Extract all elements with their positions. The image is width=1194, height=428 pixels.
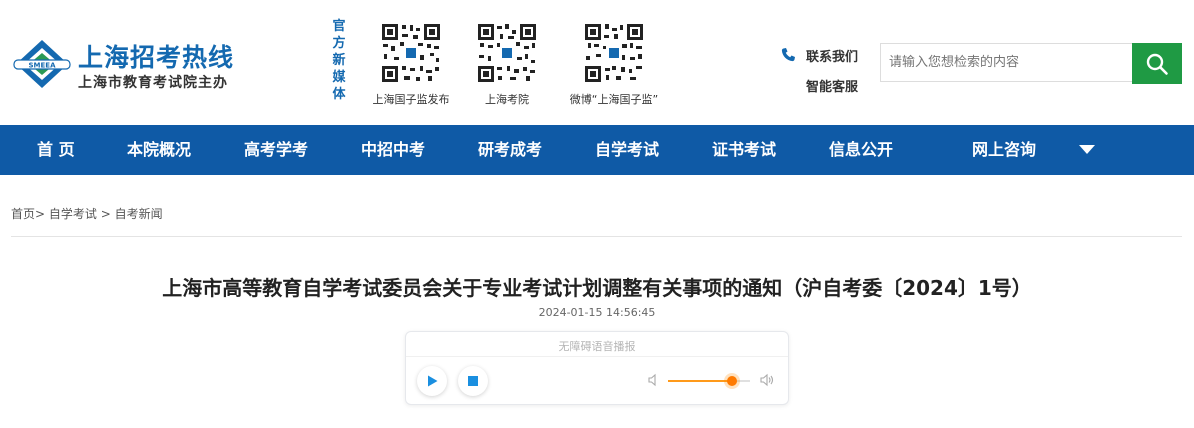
breadcrumb-news[interactable]: 自考新闻 xyxy=(115,207,163,221)
nav-item-consult[interactable]: 网上咨询 xyxy=(972,125,1036,175)
search-bar xyxy=(880,43,1182,84)
qr-code-guozijian: 上海国子监发布 xyxy=(367,22,455,107)
volume-down-icon[interactable] xyxy=(647,373,661,387)
divider xyxy=(406,356,788,357)
contact-us-link[interactable]: 联系我们 xyxy=(780,44,858,66)
site-title[interactable]: 上海招考热线 xyxy=(78,38,234,74)
search-icon xyxy=(1146,53,1168,75)
smart-service-link[interactable]: 智能客服 xyxy=(780,74,858,96)
header: SMEEA 上海招考热线 上海市教育考试院主办 官方新媒体 上海国子监发布 上海… xyxy=(0,0,1194,125)
qr-code-icon xyxy=(380,22,442,84)
search-input[interactable] xyxy=(880,43,1132,82)
qr-caption: 上海国子监发布 xyxy=(372,93,450,106)
volume-knob[interactable] xyxy=(726,376,737,386)
breadcrumb-home[interactable]: 首页 xyxy=(11,207,35,221)
nav-item-zhongkao[interactable]: 中招中考 xyxy=(361,125,425,175)
smart-service-label: 智能客服 xyxy=(806,79,859,95)
nav-item-certificate[interactable]: 证书考试 xyxy=(712,125,776,175)
play-icon xyxy=(428,375,438,387)
breadcrumb-separator: > xyxy=(35,207,49,221)
breadcrumb-separator: > xyxy=(96,207,115,221)
qr-caption: 微博“上海国子监” xyxy=(569,93,659,106)
contact-us-label: 联系我们 xyxy=(806,49,859,65)
article-title: 上海市高等教育自学考试委员会关于专业考试计划调整有关事项的通知（沪自考委〔202… xyxy=(162,276,1032,300)
play-button[interactable] xyxy=(417,366,447,396)
qr-caption: 上海考院 xyxy=(485,93,529,106)
nav-item-yankao[interactable]: 研考成考 xyxy=(478,125,542,175)
contact-block: 联系我们 智能客服 xyxy=(780,44,858,96)
stop-icon xyxy=(468,376,478,386)
nav-item-info[interactable]: 信息公开 xyxy=(829,125,893,175)
nav-item-gaokao[interactable]: 高考学考 xyxy=(244,125,308,175)
search-button[interactable] xyxy=(1132,43,1182,84)
breadcrumb: 首页> 自学考试 > 自考新闻 xyxy=(11,205,163,222)
site-subtitle: 上海市教育考试院主办 xyxy=(78,75,228,91)
nav-more-chevron-down-icon[interactable] xyxy=(1079,145,1095,154)
qr-code-weibo: 微博“上海国子监” xyxy=(559,22,669,107)
qr-code-icon xyxy=(476,22,538,84)
volume-fill xyxy=(668,380,732,382)
audio-player: 无障碍语音播报 xyxy=(405,331,789,405)
volume-up-icon[interactable] xyxy=(759,373,775,387)
official-media-label: 官方新媒体 xyxy=(332,19,346,102)
logo-text: SMEEA xyxy=(29,62,57,70)
qr-code-kaoyuan: 上海考院 xyxy=(463,22,551,107)
nav-item-zikao[interactable]: 自学考试 xyxy=(595,125,659,175)
phone-icon xyxy=(781,48,795,62)
divider xyxy=(11,236,1182,237)
stop-button[interactable] xyxy=(458,366,488,396)
smeea-logo[interactable]: SMEEA xyxy=(12,38,72,90)
main-nav: 首 页 本院概况 高考学考 中招中考 研考成考 自学考试 证书考试 信息公开 网… xyxy=(0,125,1194,175)
nav-item-about[interactable]: 本院概况 xyxy=(127,125,191,175)
audio-player-title: 无障碍语音播报 xyxy=(558,340,636,353)
nav-item-home[interactable]: 首 页 xyxy=(37,125,75,175)
volume-slider[interactable] xyxy=(668,376,750,386)
qr-code-icon xyxy=(583,22,645,84)
article-date: 2024-01-15 14:56:45 xyxy=(538,306,656,319)
breadcrumb-zikao[interactable]: 自学考试 xyxy=(49,207,97,221)
